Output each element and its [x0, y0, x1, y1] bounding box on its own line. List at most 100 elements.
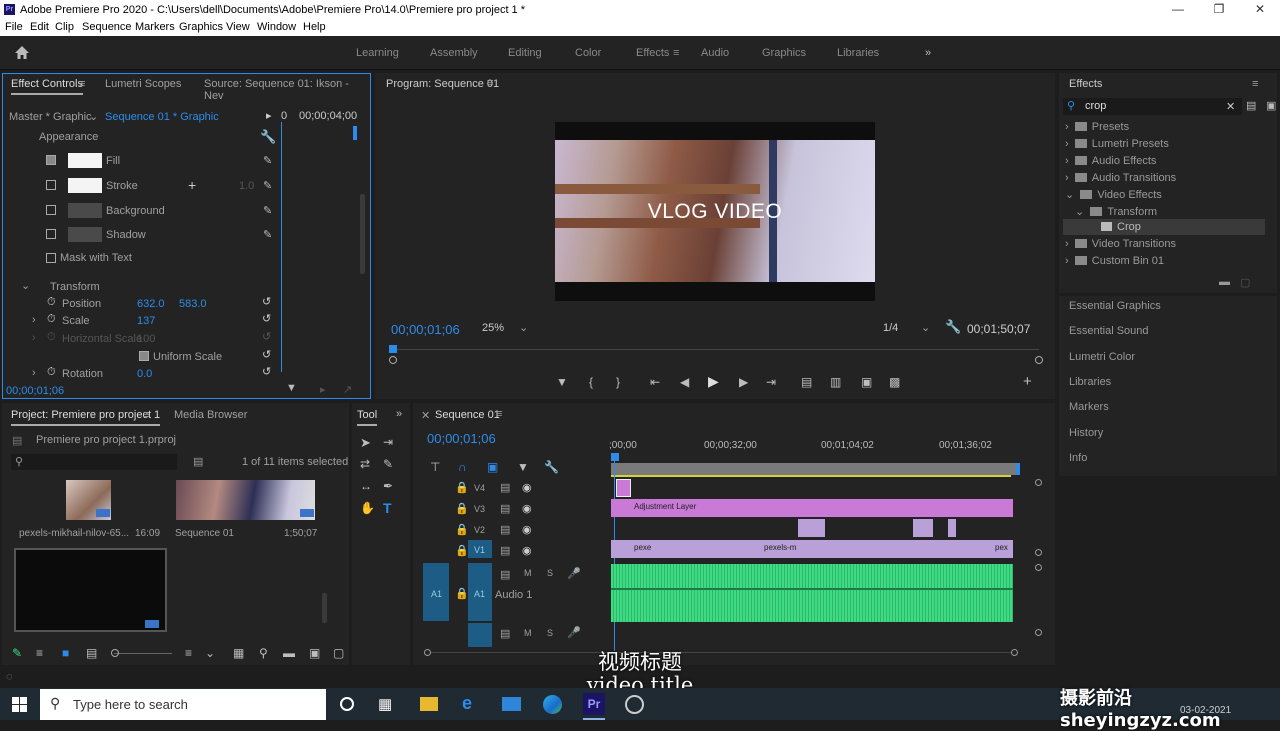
reset-icon[interactable]: ↺	[262, 295, 271, 308]
project-search-input[interactable]	[11, 454, 177, 470]
microphone-icon[interactable]: 🎤	[567, 567, 581, 580]
workspace-editing[interactable]: Editing	[508, 47, 542, 59]
v2-clip[interactable]	[948, 519, 956, 537]
tab-media-browser[interactable]: Media Browser	[174, 409, 247, 421]
home-icon[interactable]	[14, 45, 30, 60]
recorder-icon[interactable]	[625, 695, 644, 714]
icon-view-icon[interactable]: ■	[62, 646, 69, 660]
file-explorer-icon[interactable]	[420, 697, 438, 711]
lumetri-color-link[interactable]: Lumetri Color	[1069, 351, 1135, 363]
sync-icon[interactable]: ▤	[500, 523, 510, 536]
camera-icon[interactable]: ▣	[861, 375, 872, 389]
pen-tool-icon[interactable]: ✒	[383, 479, 393, 493]
menu-clip[interactable]: Clip	[55, 21, 74, 33]
chevron-down-icon[interactable]: ⌄	[89, 110, 98, 123]
sync-icon[interactable]: ▤	[500, 502, 510, 515]
scale-value[interactable]: 137	[137, 315, 155, 327]
step-back-icon[interactable]: ◀	[680, 375, 689, 389]
menu-view[interactable]: View	[226, 21, 250, 33]
menu-sequence[interactable]: Sequence	[82, 21, 132, 33]
sync-icon[interactable]: ▤	[500, 544, 510, 557]
workspace-assembly[interactable]: Assembly	[430, 47, 478, 59]
info-link[interactable]: Info	[1069, 452, 1087, 464]
panel-menu-icon[interactable]: ≡	[487, 77, 493, 89]
tree-item-crop[interactable]: Crop	[1101, 221, 1141, 233]
track-select-tool-icon[interactable]: ⇥	[383, 435, 393, 449]
ripple-edit-tool-icon[interactable]: ⇄	[360, 457, 370, 471]
chevron-down-icon[interactable]: ⌄	[205, 646, 215, 660]
tree-item-video-transitions[interactable]: › Video Transitions	[1065, 238, 1176, 250]
add-stroke-icon[interactable]: +	[188, 177, 196, 193]
track-v3-label[interactable]: V3	[474, 504, 485, 514]
workspace-audio[interactable]: Audio	[701, 47, 729, 59]
reset-icon[interactable]: ↺	[262, 365, 271, 378]
work-area-bar[interactable]	[611, 463, 1017, 475]
wrench-icon[interactable]: 🔧	[544, 460, 559, 474]
go-to-in-icon[interactable]: ⇤	[650, 375, 660, 389]
tree-item-audio-effects[interactable]: › Audio Effects	[1065, 155, 1156, 167]
scrub-bar[interactable]	[391, 349, 1039, 359]
wrench-icon[interactable]: 🔧	[260, 129, 276, 145]
chevron-down-icon[interactable]: ⌄	[921, 321, 930, 334]
shadow-checkbox[interactable]	[46, 229, 56, 239]
v1-clip-track[interactable]	[611, 540, 1013, 558]
uniform-scale-checkbox[interactable]	[139, 351, 149, 361]
filter-icon[interactable]: ▼	[286, 382, 297, 394]
eye-icon[interactable]: ◉	[522, 544, 532, 557]
scrollbar[interactable]	[322, 593, 327, 623]
windows-start-icon[interactable]	[12, 697, 27, 712]
slip-tool-icon[interactable]: ↔	[360, 479, 372, 493]
taskbar-search-placeholder[interactable]: Type here to search	[73, 697, 188, 712]
lock-icon[interactable]: 🔒	[455, 502, 469, 515]
new-item-icon[interactable]: ▣	[309, 646, 320, 660]
stopwatch-icon[interactable]: ⏱	[47, 313, 56, 326]
reset-icon[interactable]: ↺	[262, 312, 271, 325]
workspace-libraries[interactable]: Libraries	[837, 47, 879, 59]
close-icon[interactable]: ✕	[1250, 2, 1270, 18]
accelerated-icon[interactable]: ▣	[1266, 99, 1276, 112]
mute-button[interactable]: M	[524, 628, 532, 638]
menu-graphics[interactable]: Graphics	[179, 21, 223, 33]
stopwatch-icon[interactable]: ⏱	[47, 366, 56, 379]
task-view-icon[interactable]: ▦	[378, 695, 392, 713]
sync-icon[interactable]: ▤	[500, 481, 510, 494]
markers-link[interactable]: Markers	[1069, 401, 1109, 413]
essential-sound-link[interactable]: Essential Sound	[1069, 325, 1149, 337]
tab-lumetri-scopes[interactable]: Lumetri Scopes	[105, 78, 181, 90]
track-v4-label[interactable]: V4	[474, 483, 485, 493]
tree-item-presets[interactable]: › Presets	[1065, 121, 1129, 133]
a-scroll-handle[interactable]	[1035, 629, 1042, 636]
chevron-down-icon[interactable]: ⌄	[519, 321, 528, 334]
sync-icon[interactable]: ▤	[500, 568, 510, 581]
background-color-swatch[interactable]	[68, 203, 102, 218]
timeline-timecode[interactable]: 00;00;01;06	[427, 431, 496, 446]
v2-clip[interactable]	[798, 519, 825, 537]
eye-icon[interactable]: ◉	[522, 523, 532, 536]
panel-menu-icon[interactable]: ≡	[1252, 78, 1258, 90]
h-scroll-handle[interactable]	[424, 649, 431, 656]
hand-tool-icon[interactable]: ✋	[360, 501, 375, 515]
linked-selection-icon[interactable]: ▣	[487, 460, 498, 474]
play-only-icon[interactable]: ▸	[266, 109, 272, 122]
mark-out-icon[interactable]: }	[616, 375, 620, 389]
playhead-marker[interactable]	[389, 345, 397, 353]
libraries-link[interactable]: Libraries	[1069, 376, 1111, 388]
internet-explorer-icon[interactable]: e	[462, 693, 472, 714]
step-forward-icon[interactable]: ▶	[739, 375, 748, 389]
go-to-out-icon[interactable]: ⇥	[766, 375, 776, 389]
playhead-marker[interactable]	[611, 453, 619, 461]
h-scroll-handle[interactable]	[1011, 649, 1018, 656]
new-bin-icon[interactable]: ▤	[1246, 99, 1256, 112]
track-a1-label[interactable]: A1	[474, 589, 485, 599]
panel-menu-icon[interactable]: ≡	[143, 409, 149, 421]
type-tool-icon[interactable]: T	[383, 500, 392, 516]
background-checkbox[interactable]	[46, 205, 56, 215]
snap-icon[interactable]: ∩	[458, 460, 467, 474]
lift-icon[interactable]: ▤	[801, 375, 812, 389]
sequence-clip-label[interactable]: Sequence 01 * Graphic	[105, 111, 219, 123]
graphic-clip[interactable]	[616, 479, 631, 497]
scrollbar[interactable]	[360, 194, 365, 274]
more-workspaces-icon[interactable]: »	[925, 47, 931, 59]
tree-item-audio-transitions[interactable]: › Audio Transitions	[1065, 172, 1176, 184]
zoom-handle-left[interactable]	[389, 356, 397, 364]
